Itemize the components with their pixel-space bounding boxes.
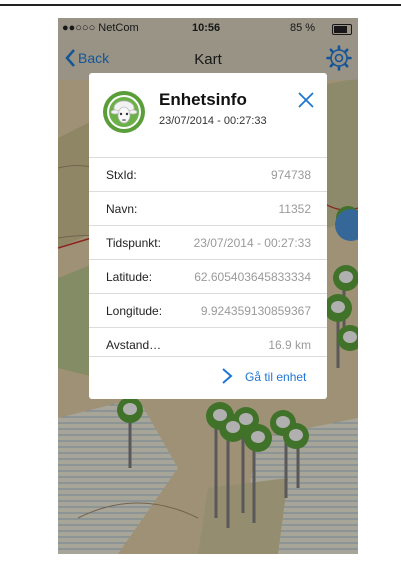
row-value: 62.605403645833334 <box>194 270 311 284</box>
go-to-unit-button[interactable]: Gå til enhet <box>89 356 327 397</box>
row-navn: Navn: 11352 <box>89 191 327 225</box>
go-to-unit-label: Gå til enhet <box>245 370 307 384</box>
row-label: Avstand… <box>106 338 162 352</box>
row-value: 974738 <box>270 168 311 182</box>
unit-info-dialog: Enhetsinfo 23/07/2014 - 00:27:33 StxId: … <box>89 73 327 399</box>
row-label: Navn: <box>106 202 138 216</box>
dialog-timestamp: 23/07/2014 - 00:27:33 <box>159 115 267 127</box>
dialog-title: Enhetsinfo <box>159 90 247 109</box>
row-label: Latitude: <box>106 270 153 284</box>
phone-screen: ●●○○○ NetCom 10:56 85 % Back Kart Enhets… <box>58 18 358 554</box>
row-longitude: Longitude: 9.924359130859367 <box>89 293 327 327</box>
top-rule <box>0 4 401 6</box>
row-value: 11352 <box>278 202 311 216</box>
row-label: StxId: <box>106 168 137 182</box>
sheep-icon <box>103 91 145 133</box>
chevron-right-icon <box>222 368 233 384</box>
row-stxid: StxId: 974738 <box>89 157 327 191</box>
row-label: Longitude: <box>106 304 163 318</box>
close-icon[interactable] <box>297 91 315 109</box>
row-value: 23/07/2014 - 00:27:33 <box>193 236 311 250</box>
row-latitude: Latitude: 62.605403645833334 <box>89 259 327 293</box>
info-rows: StxId: 974738 Navn: 11352 Tidspunkt: 23/… <box>89 157 327 361</box>
row-value: 16.9 km <box>268 338 311 352</box>
row-tidspunkt: Tidspunkt: 23/07/2014 - 00:27:33 <box>89 225 327 259</box>
row-value: 9.924359130859367 <box>200 304 311 318</box>
row-label: Tidspunkt: <box>106 236 161 250</box>
